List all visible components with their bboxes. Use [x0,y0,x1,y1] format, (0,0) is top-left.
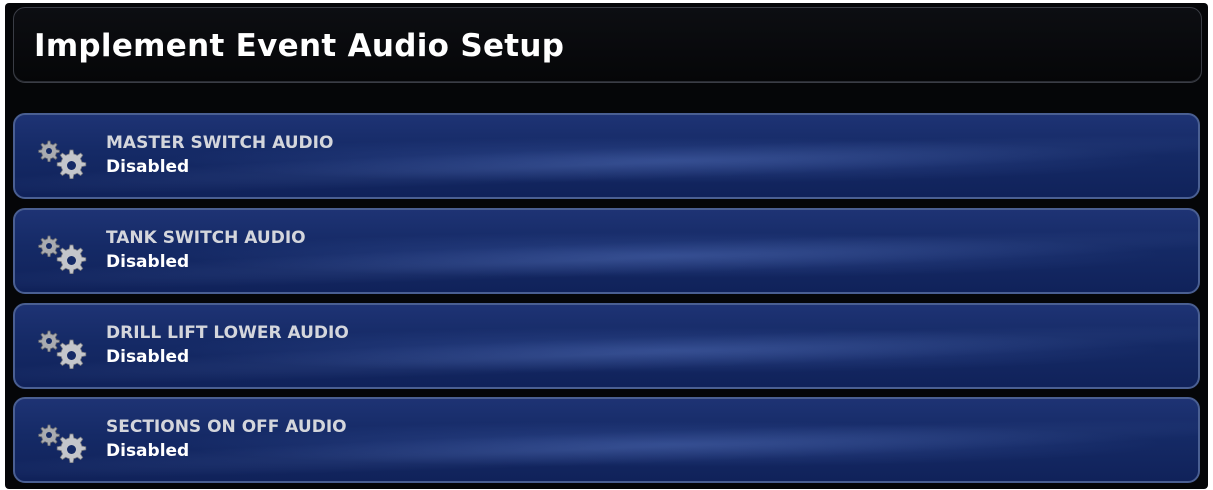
setting-row-master-switch-audio[interactable]: MASTER SWITCH AUDIO Disabled [13,113,1200,199]
setting-row-tank-switch-audio[interactable]: TANK SWITCH AUDIO Disabled [13,208,1200,294]
setting-value: Disabled [106,347,190,367]
setting-label: TANK SWITCH AUDIO [106,228,306,248]
gears-icon [38,140,87,179]
setting-value: Disabled [106,252,190,272]
setting-value: Disabled [106,441,190,461]
setting-label: MASTER SWITCH AUDIO [106,133,334,153]
gears-icon [38,424,87,463]
title-bar: Implement Event Audio Setup [13,7,1202,83]
setting-label: SECTIONS ON OFF AUDIO [106,417,347,437]
gears-icon [38,235,87,274]
setting-value: Disabled [106,157,190,177]
setting-label: DRILL LIFT LOWER AUDIO [106,323,349,343]
screen: Implement Event Audio Setup MASTER SWITC… [5,3,1208,489]
setting-row-sections-on-off-audio[interactable]: SECTIONS ON OFF AUDIO Disabled [13,397,1200,483]
gears-icon [38,330,87,369]
page-title: Implement Event Audio Setup [34,28,565,64]
setting-row-drill-lift-lower-audio[interactable]: DRILL LIFT LOWER AUDIO Disabled [13,303,1200,389]
